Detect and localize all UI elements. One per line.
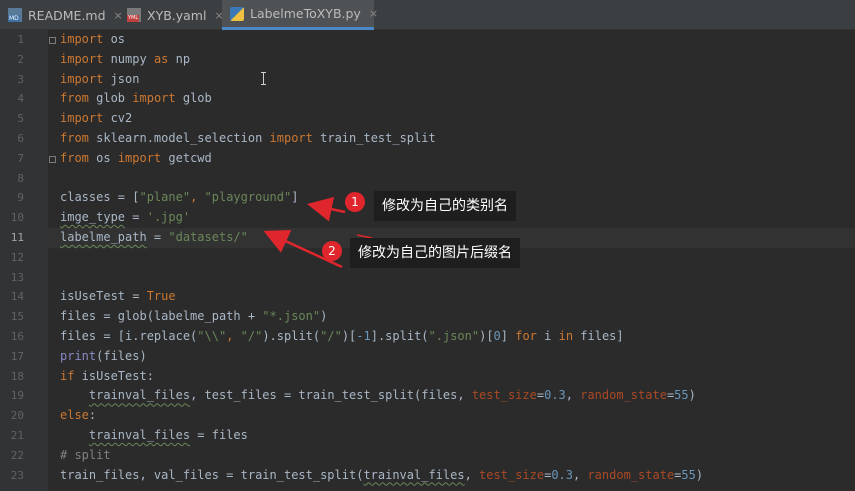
code-line-17: print(files) bbox=[60, 348, 147, 363]
line-number: 15 bbox=[10, 310, 24, 324]
code-line-23: train_files, val_files = train_test_spli… bbox=[60, 467, 704, 482]
line-number: 20 bbox=[10, 409, 24, 423]
code-line-14: isUseTest = True bbox=[60, 289, 176, 304]
fold-marker-icon[interactable] bbox=[49, 37, 56, 44]
tab-label: XYB.yaml bbox=[147, 7, 207, 23]
code-line-19: trainval_files, test_files = train_test_… bbox=[88, 388, 696, 403]
line-number: 4 bbox=[17, 92, 24, 106]
text-cursor-icon bbox=[261, 72, 267, 85]
line-number: 13 bbox=[10, 270, 24, 284]
code-line-21: trainval_files = files bbox=[88, 428, 248, 442]
line-number: 11 bbox=[10, 231, 24, 244]
code-line-22: # split bbox=[60, 447, 111, 462]
line-number: 3 bbox=[17, 72, 24, 86]
line-number: 5 bbox=[17, 112, 24, 126]
line-number: 17 bbox=[10, 349, 24, 363]
close-icon[interactable]: × bbox=[369, 7, 378, 20]
line-number: 2 bbox=[17, 52, 24, 66]
code-line-7: from os import getcwd bbox=[60, 150, 212, 165]
line-number: 6 bbox=[17, 132, 24, 145]
line-number: 7 bbox=[17, 151, 24, 165]
line-number: 1 bbox=[17, 33, 24, 46]
code-line-16: files = [i.replace("\\", "/").split("/")… bbox=[60, 329, 624, 343]
annotation-badge-1: 1 bbox=[345, 192, 365, 212]
markdown-file-icon bbox=[8, 8, 22, 22]
line-number: 22 bbox=[10, 448, 24, 462]
code-line-11: labelme_path = "datasets/" bbox=[60, 230, 248, 244]
code-line-9: classes = ["plane", "playground"] bbox=[60, 190, 299, 205]
annotation-callout-2: 修改为自己的图片后缀名 bbox=[350, 238, 520, 268]
code-line-2: import numpy as np bbox=[60, 51, 191, 66]
line-number: 18 bbox=[10, 369, 24, 383]
code-line-10: imge_type = '.jpg' bbox=[60, 210, 191, 225]
code-line-3: import json bbox=[60, 71, 140, 86]
line-number: 23 bbox=[10, 468, 24, 482]
tab-xyb-yaml[interactable]: XYB.yaml × bbox=[119, 0, 224, 30]
code-line-1: import os bbox=[60, 32, 126, 46]
line-number: 16 bbox=[10, 330, 24, 343]
code-line-20: else: bbox=[60, 408, 97, 423]
line-number: 9 bbox=[17, 191, 24, 205]
tab-labelmetoxyb-py[interactable]: LabelmeToXYB.py × bbox=[222, 0, 378, 30]
code-line-15: files = glob(labelme_path + "*.json") bbox=[60, 309, 328, 324]
code-line-5: import cv2 bbox=[60, 111, 133, 126]
code-line-18: if isUseTest: bbox=[60, 368, 154, 383]
tab-readme-md[interactable]: README.md × bbox=[0, 0, 123, 30]
line-number: 10 bbox=[10, 211, 24, 225]
code-line-4: from glob import glob bbox=[60, 91, 212, 106]
yaml-file-icon bbox=[127, 8, 141, 22]
line-number: 19 bbox=[10, 389, 24, 403]
python-file-icon bbox=[230, 6, 244, 21]
line-number: 21 bbox=[10, 429, 24, 442]
line-number: 14 bbox=[10, 290, 24, 304]
code-line-6: from sklearn.model_selection import trai… bbox=[60, 131, 436, 145]
editor-tab-bar: README.md × XYB.yaml × LabelmeToXYB.py × bbox=[0, 0, 855, 30]
line-number: 12 bbox=[10, 250, 24, 264]
line-number-gutter[interactable]: 1 2 3 4 5 6 7 8 9 10 11 12 13 14 15 16 17 18 19 20 21 22 23 bbox=[0, 30, 48, 491]
tab-label: LabelmeToXYB.py bbox=[250, 6, 361, 21]
tab-label: README.md bbox=[28, 7, 106, 23]
line-number: 8 bbox=[17, 171, 24, 185]
annotation-callout-1: 修改为自己的类别名 bbox=[374, 191, 516, 221]
fold-marker-icon[interactable] bbox=[49, 156, 56, 163]
annotation-badge-2: 2 bbox=[322, 241, 342, 261]
